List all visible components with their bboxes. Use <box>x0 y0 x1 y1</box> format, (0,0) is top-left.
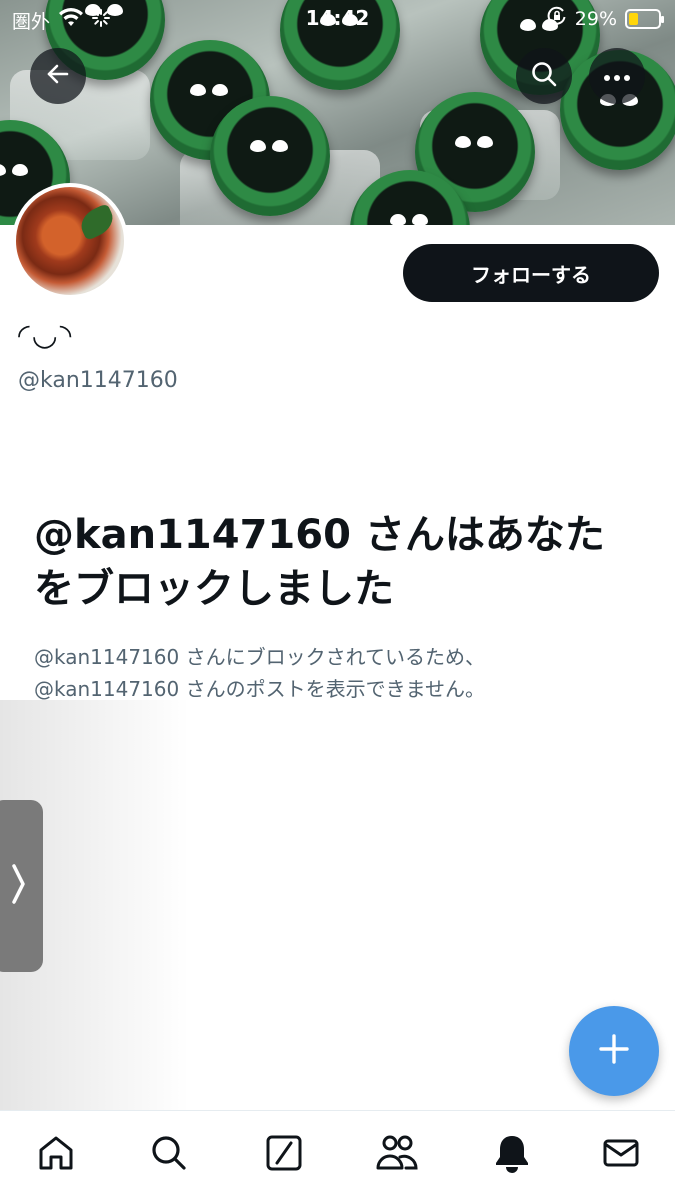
nav-messages[interactable] <box>597 1131 645 1179</box>
nav-grok[interactable] <box>260 1131 308 1179</box>
blocked-description: @kan1147160 さんにブロックされているため、 @kan1147160 … <box>34 641 644 705</box>
search-button[interactable] <box>516 48 572 104</box>
home-icon <box>36 1133 76 1177</box>
more-button[interactable] <box>589 48 645 104</box>
back-button[interactable] <box>30 48 86 104</box>
compose-button[interactable] <box>569 1006 659 1096</box>
grok-icon <box>264 1133 304 1177</box>
battery-percent: 29% <box>574 7 617 30</box>
battery-icon <box>625 8 664 29</box>
blocked-title: @kan1147160 さんはあなたをブロックしました <box>34 512 605 612</box>
status-bar: 圏外 14:42 29% <box>0 0 675 36</box>
blocked-description-line: @kan1147160 さんにブロックされているため、 <box>34 645 485 669</box>
communities-icon <box>375 1133 419 1177</box>
orientation-lock-icon <box>547 6 567 31</box>
messages-icon <box>601 1133 641 1177</box>
nav-home[interactable] <box>32 1131 80 1179</box>
search-icon <box>530 60 558 92</box>
user-handle: @kan1147160 <box>18 368 178 393</box>
more-icon <box>603 67 631 86</box>
bottom-navigation <box>0 1110 675 1200</box>
nav-communities[interactable] <box>373 1131 421 1179</box>
plus-icon <box>597 1032 631 1070</box>
search-icon <box>149 1133 189 1177</box>
chevron-right-icon <box>9 862 27 910</box>
side-drawer-handle[interactable] <box>0 800 43 972</box>
notifications-icon <box>492 1133 532 1177</box>
nav-notifications[interactable] <box>488 1131 536 1179</box>
nav-search[interactable] <box>145 1131 193 1179</box>
display-name: ◜◡◝ <box>18 318 74 353</box>
avatar[interactable] <box>12 183 128 299</box>
arrow-left-icon <box>45 61 71 91</box>
follow-button[interactable]: フォローする <box>403 244 659 302</box>
